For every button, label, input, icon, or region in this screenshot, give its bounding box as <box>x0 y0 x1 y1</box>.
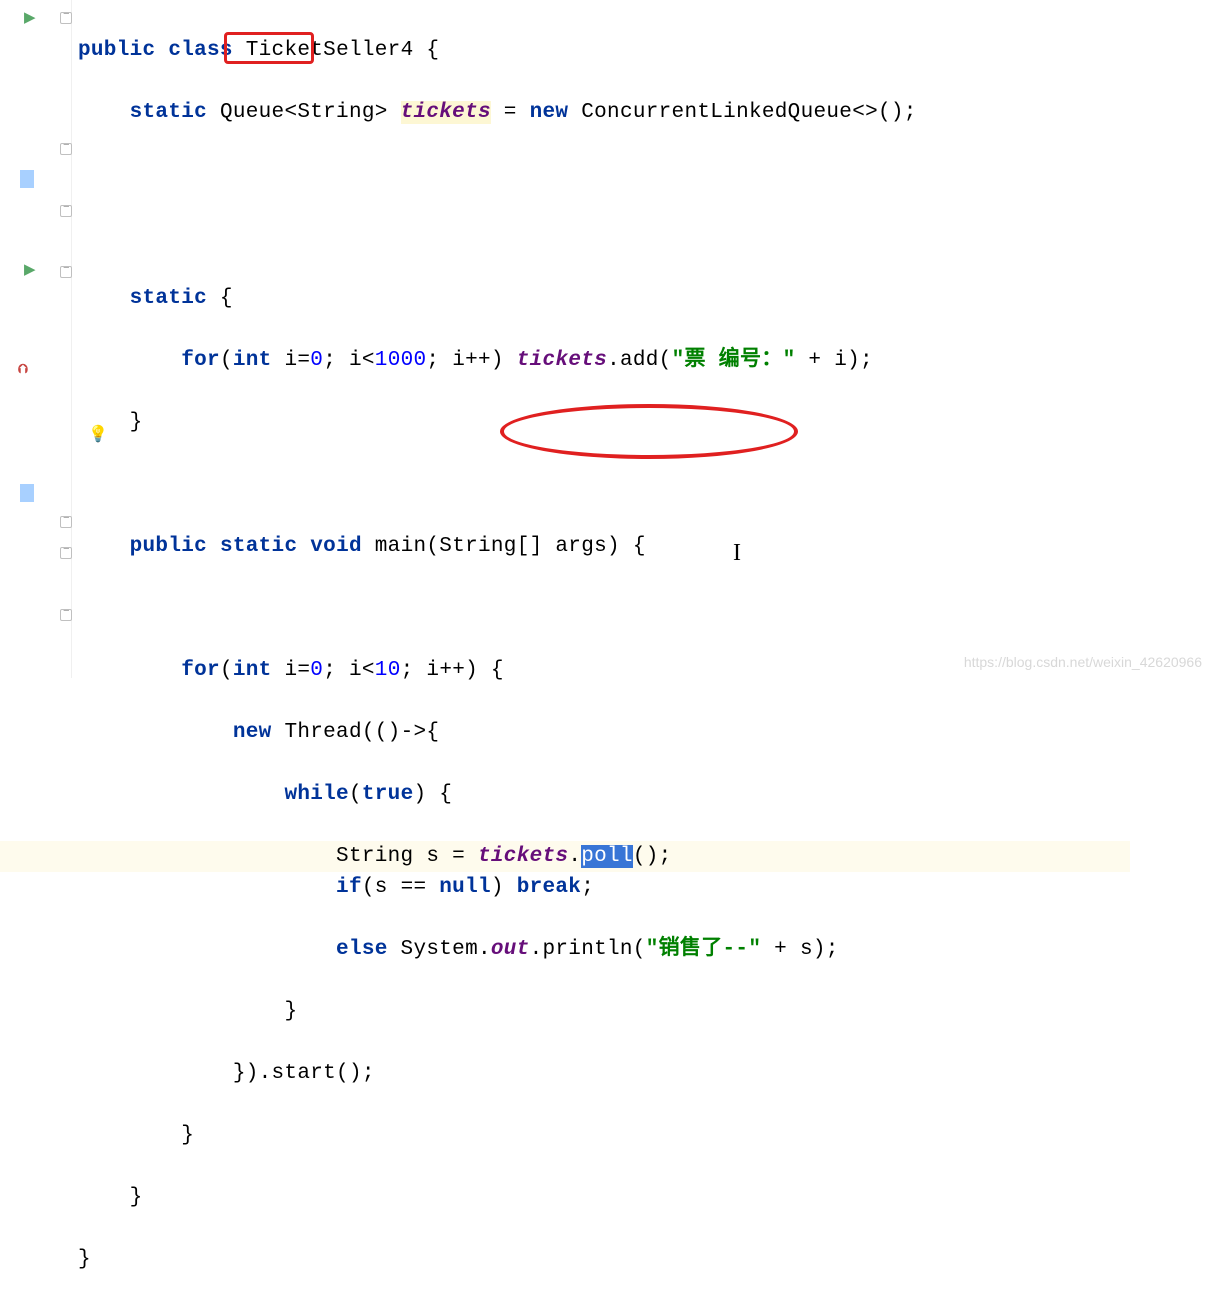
code-line[interactable]: if(s == null) break; <box>78 872 1130 903</box>
paren: ) { <box>413 783 452 806</box>
keyword-if: if <box>336 876 362 899</box>
keyword-public: public <box>130 535 207 558</box>
field-tickets: tickets <box>517 349 607 372</box>
dot: . <box>568 845 581 868</box>
annotation-red-box <box>224 32 314 64</box>
keyword-break: break <box>517 876 582 899</box>
number: 0 <box>310 659 323 682</box>
code-line[interactable]: public static void main(String[] args) { <box>78 531 1130 562</box>
keyword-null: null <box>439 876 491 899</box>
string-literal: "票 编号：" <box>672 349 796 372</box>
code-line[interactable]: String s = tickets.poll(); <box>0 841 1130 872</box>
code-line[interactable]: } <box>78 996 1130 1027</box>
text-cursor-icon: I <box>733 540 741 567</box>
method-add: .add( <box>607 349 672 372</box>
ctor: ConcurrentLinkedQueue<>(); <box>568 101 916 124</box>
brace: { <box>413 39 439 62</box>
keyword-int: int <box>233 659 272 682</box>
semi: ; <box>581 876 594 899</box>
brace: } <box>130 411 143 434</box>
keyword-static: static <box>130 287 207 310</box>
annotation-red-ellipse <box>500 404 798 459</box>
fold-marker-icon[interactable] <box>60 609 72 621</box>
editor-gutter: ▶ ▶ ⮉ <box>0 0 72 678</box>
paren: (); <box>633 845 672 868</box>
keyword-new: new <box>530 101 569 124</box>
init: i= <box>272 659 311 682</box>
number: 0 <box>310 349 323 372</box>
brace: } <box>181 1124 194 1147</box>
keyword-while: while <box>284 783 349 806</box>
code-line[interactable] <box>78 159 1130 190</box>
watermark: https://blog.csdn.net/weixin_42620966 <box>964 654 1202 670</box>
code-line[interactable]: for(int i=0; i<1000; i++) tickets.add("票… <box>78 345 1130 376</box>
plus: + i); <box>795 349 872 372</box>
code-line[interactable]: static Queue<String> tickets = new Concu… <box>78 97 1130 128</box>
run-gutter-icon[interactable]: ▶ <box>24 260 40 276</box>
code-line[interactable]: else System.out.println("销售了--" + s); <box>78 934 1130 965</box>
keyword-new: new <box>233 721 272 744</box>
number: 10 <box>375 659 401 682</box>
eq: = <box>491 101 530 124</box>
code-line[interactable] <box>78 593 1130 624</box>
brace: } <box>78 1248 91 1271</box>
keyword-else: else <box>336 938 388 961</box>
bookmark-marker-icon[interactable] <box>20 170 34 188</box>
keyword-true: true <box>362 783 414 806</box>
fold-marker-icon[interactable] <box>60 516 72 528</box>
system: System. <box>388 938 491 961</box>
cond: ; i< <box>323 349 375 372</box>
field-out: out <box>491 938 530 961</box>
method-poll-selected: poll <box>581 845 633 868</box>
code-line[interactable] <box>78 221 1130 252</box>
keyword-for: for <box>181 349 220 372</box>
code-line[interactable]: } <box>78 1182 1130 1213</box>
thread-ctor: Thread(()->{ <box>272 721 440 744</box>
thread-start: }).start(); <box>233 1062 375 1085</box>
keyword-for: for <box>181 659 220 682</box>
fold-marker-icon[interactable] <box>60 143 72 155</box>
code-line[interactable]: new Thread(()->{ <box>78 717 1130 748</box>
fold-marker-icon[interactable] <box>60 205 72 217</box>
code-line[interactable]: } <box>78 1244 1130 1275</box>
paren: ) <box>491 876 517 899</box>
method-println: .println( <box>530 938 646 961</box>
field-tickets: tickets <box>478 845 568 868</box>
init: i= <box>272 349 311 372</box>
override-marker-icon[interactable]: ⮉ <box>18 362 28 377</box>
incr: ; i++) <box>426 349 516 372</box>
brace: { <box>207 287 233 310</box>
fold-marker-icon[interactable] <box>60 266 72 278</box>
number: 1000 <box>375 349 427 372</box>
method-main: main(String[] args) { <box>362 535 646 558</box>
keyword-public: public <box>78 39 155 62</box>
cond: (s == <box>362 876 439 899</box>
fold-marker-icon[interactable] <box>60 547 72 559</box>
bookmark-marker-icon[interactable] <box>20 484 34 502</box>
cond: ; i< <box>323 659 375 682</box>
keyword-void: void <box>310 535 362 558</box>
fold-marker-icon[interactable] <box>60 12 72 24</box>
brace: } <box>130 1186 143 1209</box>
string-decl: String s = <box>336 845 478 868</box>
run-gutter-icon[interactable]: ▶ <box>24 8 40 24</box>
code-line[interactable]: }).start(); <box>78 1058 1130 1089</box>
code-line[interactable]: while(true) { <box>78 779 1130 810</box>
string-literal: "销售了--" <box>646 938 762 961</box>
field-tickets: tickets <box>401 101 491 124</box>
code-line[interactable] <box>78 469 1130 500</box>
code-line[interactable]: } <box>78 1120 1130 1151</box>
plus: + s); <box>761 938 838 961</box>
keyword-static: static <box>130 101 207 124</box>
keyword-static: static <box>220 535 297 558</box>
incr: ; i++) { <box>401 659 504 682</box>
brace: } <box>284 1000 297 1023</box>
type-queue: Queue <box>220 101 285 124</box>
generic: <String> <box>284 101 387 124</box>
code-line[interactable]: static { <box>78 283 1130 314</box>
keyword-int: int <box>233 349 272 372</box>
